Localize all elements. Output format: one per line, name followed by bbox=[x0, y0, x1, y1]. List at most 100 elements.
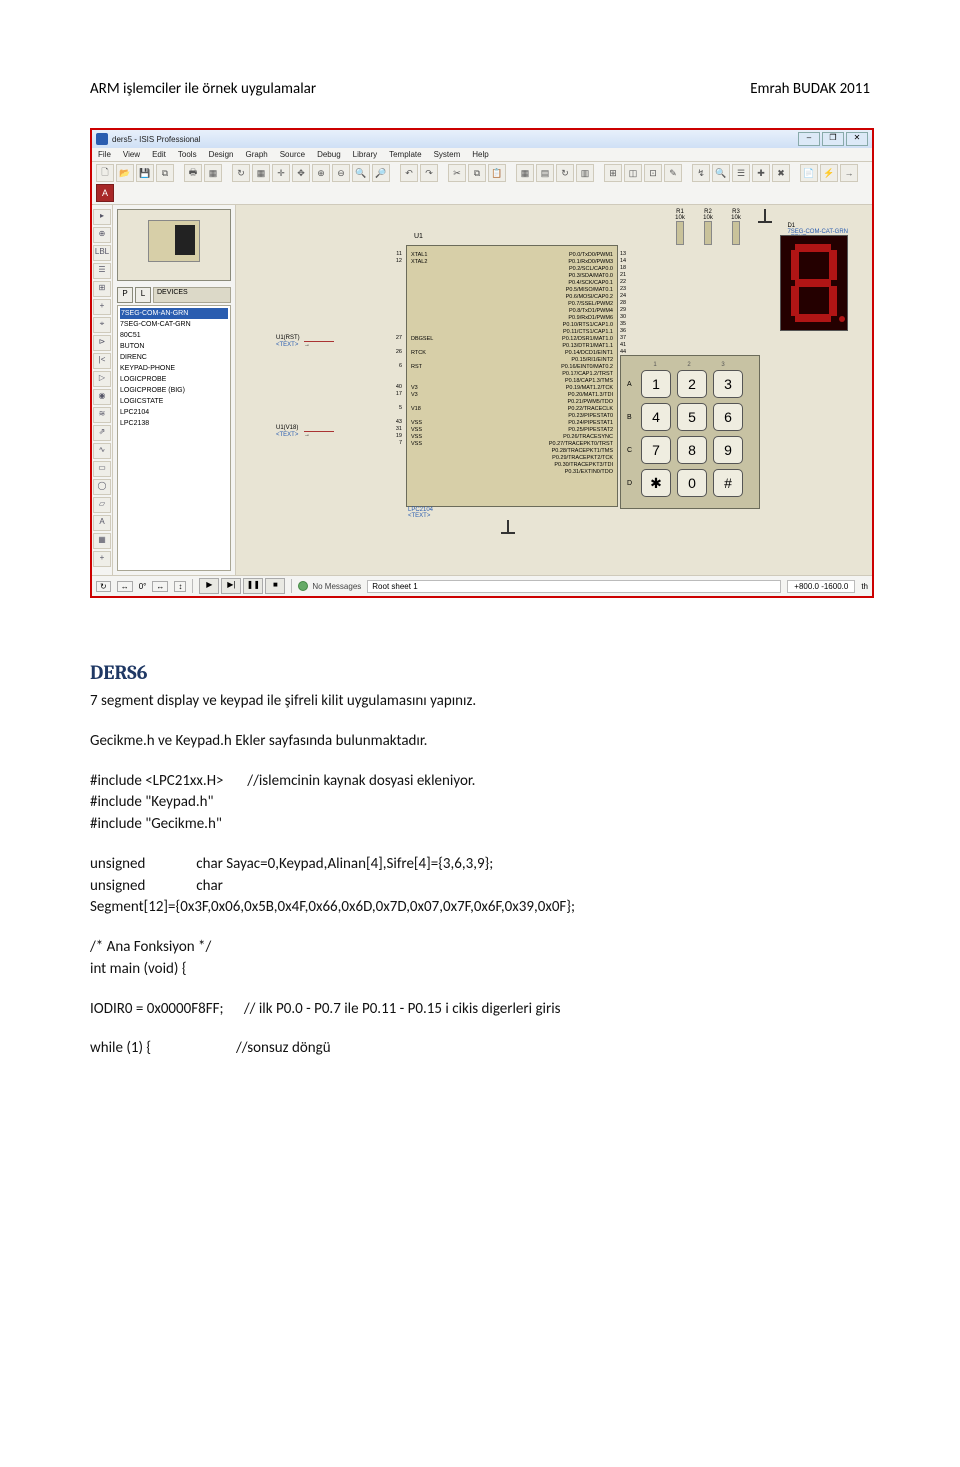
zoom-all-icon[interactable]: 🔍 bbox=[352, 164, 370, 182]
device-item[interactable]: LPC2104 bbox=[120, 407, 228, 418]
bom-icon[interactable]: 📄 bbox=[800, 164, 818, 182]
print-icon[interactable]: 🖶 bbox=[184, 164, 202, 182]
messages-status[interactable]: No Messages bbox=[298, 581, 361, 591]
overview-window[interactable] bbox=[117, 209, 231, 281]
cut-icon[interactable]: ✂ bbox=[448, 164, 466, 182]
remove-sheet-icon[interactable]: ✖ bbox=[772, 164, 790, 182]
menu-file[interactable]: File bbox=[98, 150, 111, 159]
search-icon[interactable]: 🔍 bbox=[712, 164, 730, 182]
resistor-r3[interactable]: R3 10k bbox=[724, 209, 748, 245]
pick-button[interactable]: P bbox=[117, 287, 133, 303]
ares-icon[interactable]: A bbox=[96, 184, 114, 202]
maximize-button[interactable]: ❐ bbox=[822, 132, 844, 146]
undo-icon[interactable]: ↶ bbox=[400, 164, 418, 182]
save-icon[interactable]: 💾 bbox=[136, 164, 154, 182]
menu-edit[interactable]: Edit bbox=[152, 150, 166, 159]
property-icon[interactable]: ☰ bbox=[732, 164, 750, 182]
selection-mode-icon[interactable]: ▸ bbox=[93, 209, 111, 225]
line-icon[interactable]: ▭ bbox=[93, 461, 111, 477]
new-sheet-icon[interactable]: ✚ bbox=[752, 164, 770, 182]
keypad-key-6[interactable]: 6 bbox=[713, 403, 743, 431]
open-icon[interactable]: 📂 bbox=[116, 164, 134, 182]
probe-v-icon[interactable]: ≋ bbox=[93, 407, 111, 423]
minimize-button[interactable]: – bbox=[798, 132, 820, 146]
paste-icon[interactable]: 📋 bbox=[488, 164, 506, 182]
step-button[interactable]: ▶| bbox=[221, 578, 241, 594]
keypad-key-9[interactable]: 9 bbox=[713, 436, 743, 464]
menu-library[interactable]: Library bbox=[353, 150, 377, 159]
keypad-key-7[interactable]: 7 bbox=[641, 436, 671, 464]
menu-view[interactable]: View bbox=[123, 150, 140, 159]
probe-i-icon[interactable]: ⇗ bbox=[93, 425, 111, 441]
keypad-key-2[interactable]: 2 bbox=[677, 370, 707, 398]
wire-auto-icon[interactable]: ↯ bbox=[692, 164, 710, 182]
keypad-key-5[interactable]: 5 bbox=[677, 403, 707, 431]
block-copy-icon[interactable]: ▦ bbox=[516, 164, 534, 182]
probe-rst[interactable]: U1(RST) <TEXT> → bbox=[276, 335, 334, 348]
bus-mode-icon[interactable]: ⊞ bbox=[93, 281, 111, 297]
menu-system[interactable]: System bbox=[434, 150, 461, 159]
new-icon[interactable]: 🗋 bbox=[96, 164, 114, 182]
arc-icon[interactable]: A bbox=[93, 515, 111, 531]
sheet-name[interactable]: Root sheet 1 bbox=[367, 580, 781, 593]
sub-mode-icon[interactable]: + bbox=[93, 299, 111, 315]
menu-graph[interactable]: Graph bbox=[245, 150, 267, 159]
device-item[interactable]: LOGICPROBE bbox=[120, 374, 228, 385]
keypad-key-hash[interactable]: # bbox=[713, 469, 743, 497]
zoom-out-icon[interactable]: ⊖ bbox=[332, 164, 350, 182]
schematic-canvas[interactable]: U1 XTAL1 XTAL2 DBGSEL RTCK RST V3 V3 V18… bbox=[236, 205, 872, 575]
erc-icon[interactable]: ⚡ bbox=[820, 164, 838, 182]
device-item[interactable]: BUTON bbox=[120, 341, 228, 352]
device-item[interactable]: 7SEG-COM-AN-GRN bbox=[120, 308, 228, 319]
generator-icon[interactable]: ◉ bbox=[93, 389, 111, 405]
device-item[interactable]: LOGICPROBE (BIG) bbox=[120, 385, 228, 396]
pin-icon[interactable]: ⊳ bbox=[93, 335, 111, 351]
keypad-key-4[interactable]: 4 bbox=[641, 403, 671, 431]
import-icon[interactable]: ⧉ bbox=[156, 164, 174, 182]
zoom-in-icon[interactable]: ⊕ bbox=[312, 164, 330, 182]
device-item[interactable]: DIRENC bbox=[120, 352, 228, 363]
graph-mode-icon[interactable]: |< bbox=[93, 353, 111, 369]
menu-source[interactable]: Source bbox=[280, 150, 305, 159]
probe-v18[interactable]: U1(V18) <TEXT> → bbox=[276, 425, 334, 438]
menu-debug[interactable]: Debug bbox=[317, 150, 341, 159]
keypad-key-8[interactable]: 8 bbox=[677, 436, 707, 464]
close-button[interactable]: ✕ bbox=[846, 132, 868, 146]
play-button[interactable]: ▶ bbox=[199, 578, 219, 594]
keypad-key-0[interactable]: 0 bbox=[677, 469, 707, 497]
pause-button[interactable]: ❚❚ bbox=[243, 578, 263, 594]
box-icon[interactable]: ◯ bbox=[93, 479, 111, 495]
keypad[interactable]: 1 2 3 A 1 2 3 B 4 5 6 bbox=[620, 355, 760, 509]
menu-help[interactable]: Help bbox=[472, 150, 488, 159]
stop-button[interactable]: ■ bbox=[265, 578, 285, 594]
symbol-icon[interactable]: + bbox=[93, 551, 111, 567]
keypad-key-star[interactable]: ✱ bbox=[641, 469, 671, 497]
seven-segment-display[interactable] bbox=[780, 235, 848, 331]
zoom-area-icon[interactable]: 🔎 bbox=[372, 164, 390, 182]
netlist-icon[interactable]: → bbox=[840, 164, 858, 182]
device-item[interactable]: 80C51 bbox=[120, 330, 228, 341]
grid-icon[interactable]: ▦ bbox=[252, 164, 270, 182]
device-item[interactable]: LOGICSTATE bbox=[120, 396, 228, 407]
menu-design[interactable]: Design bbox=[209, 150, 234, 159]
pan-icon[interactable]: ✥ bbox=[292, 164, 310, 182]
resistor-r2[interactable]: R2 10k bbox=[696, 209, 720, 245]
block-delete-icon[interactable]: ▥ bbox=[576, 164, 594, 182]
device-list[interactable]: 7SEG-COM-AN-GRN 7SEG-COM-CAT-GRN 80C51 B… bbox=[117, 305, 231, 571]
copy-icon[interactable]: ⧉ bbox=[468, 164, 486, 182]
text-script-icon[interactable]: ☰ bbox=[93, 263, 111, 279]
label-mode-icon[interactable]: LBL bbox=[93, 245, 111, 261]
keypad-key-1[interactable]: 1 bbox=[641, 370, 671, 398]
resistor-r1[interactable]: R1 10k bbox=[668, 209, 692, 245]
keypad-key-3[interactable]: 3 bbox=[713, 370, 743, 398]
terminal-icon[interactable]: ⌖ bbox=[93, 317, 111, 333]
instrument-icon[interactable]: ∿ bbox=[93, 443, 111, 459]
block-move-icon[interactable]: ▤ bbox=[536, 164, 554, 182]
device-item[interactable]: LPC2138 bbox=[120, 418, 228, 429]
origin-icon[interactable]: ✛ bbox=[272, 164, 290, 182]
text-icon[interactable]: ▦ bbox=[93, 533, 111, 549]
tape-icon[interactable]: ▷ bbox=[93, 371, 111, 387]
library-button[interactable]: L bbox=[135, 287, 151, 303]
component-mode-icon[interactable]: ⊕ bbox=[93, 227, 111, 243]
device-item[interactable]: 7SEG-COM-CAT-GRN bbox=[120, 319, 228, 330]
